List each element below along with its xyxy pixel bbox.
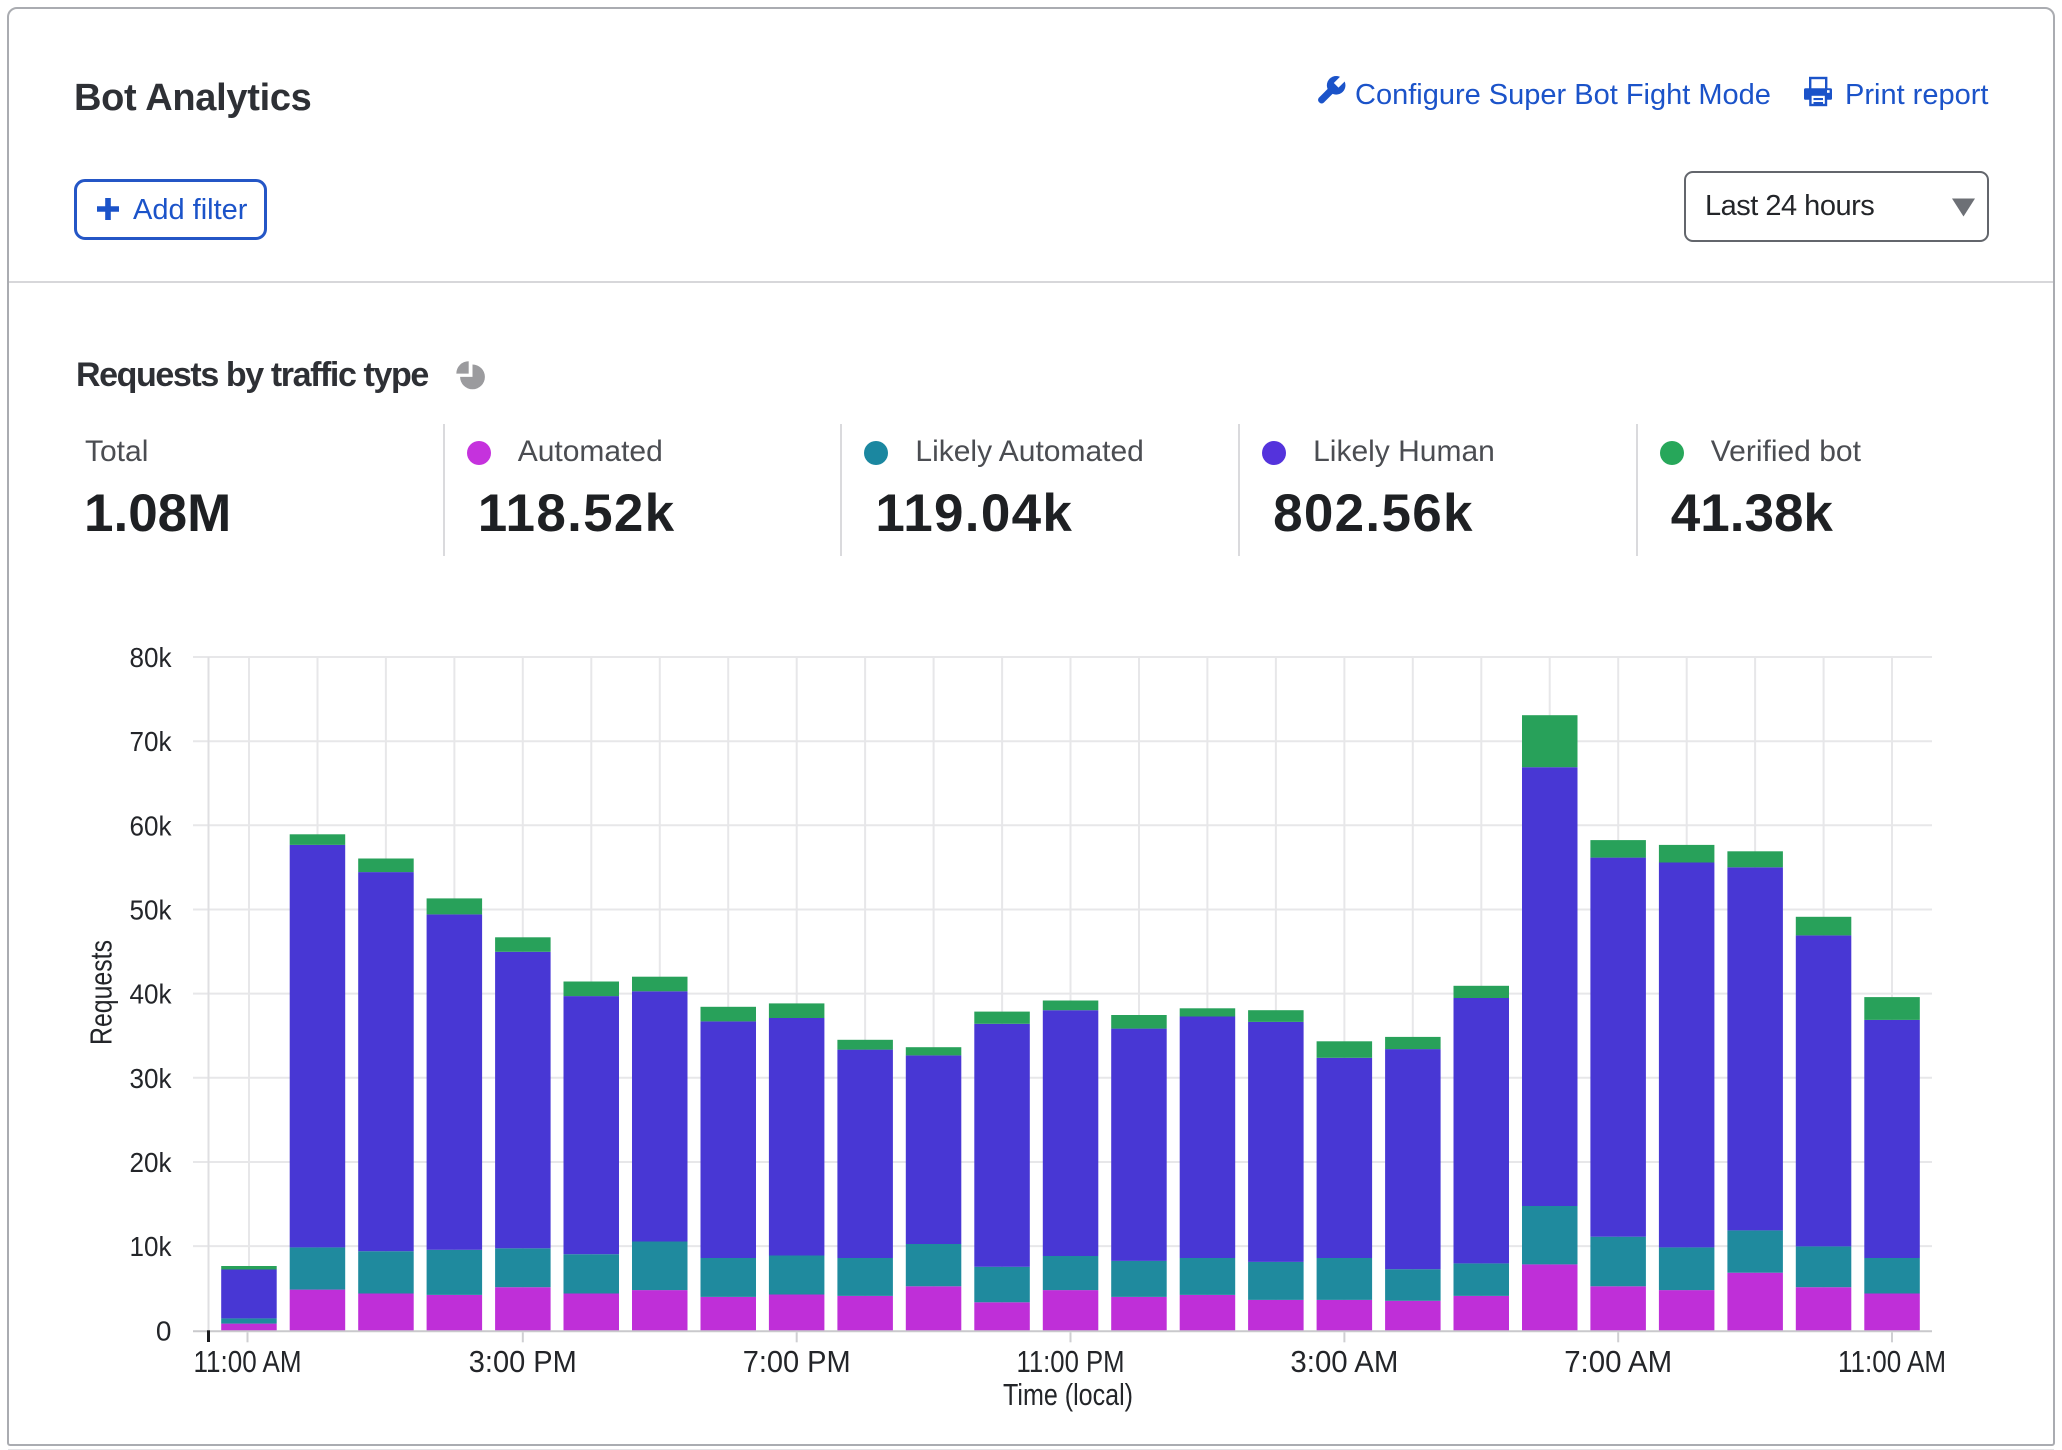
svg-text:40k: 40k [130,979,173,1010]
svg-text:3:00 AM: 3:00 AM [1290,1344,1398,1379]
svg-text:70k: 70k [130,726,173,757]
svg-text:30k: 30k [130,1063,173,1094]
svg-text:Requests: Requests [84,940,119,1045]
svg-text:11:00 AM: 11:00 AM [1838,1344,1946,1379]
svg-text:10k: 10k [130,1231,173,1262]
svg-text:11:00 AM: 11:00 AM [194,1344,302,1379]
svg-text:60k: 60k [130,810,173,841]
svg-text:Time (local): Time (local) [1003,1377,1133,1412]
svg-text:7:00 PM: 7:00 PM [743,1344,851,1379]
svg-text:50k: 50k [130,895,173,926]
svg-text:80k: 80k [130,642,173,673]
svg-text:11:00 PM: 11:00 PM [1017,1344,1125,1379]
svg-text:0: 0 [156,1315,172,1346]
svg-text:20k: 20k [130,1147,173,1178]
svg-text:7:00 AM: 7:00 AM [1564,1344,1672,1379]
svg-text:3:00 PM: 3:00 PM [469,1344,577,1379]
